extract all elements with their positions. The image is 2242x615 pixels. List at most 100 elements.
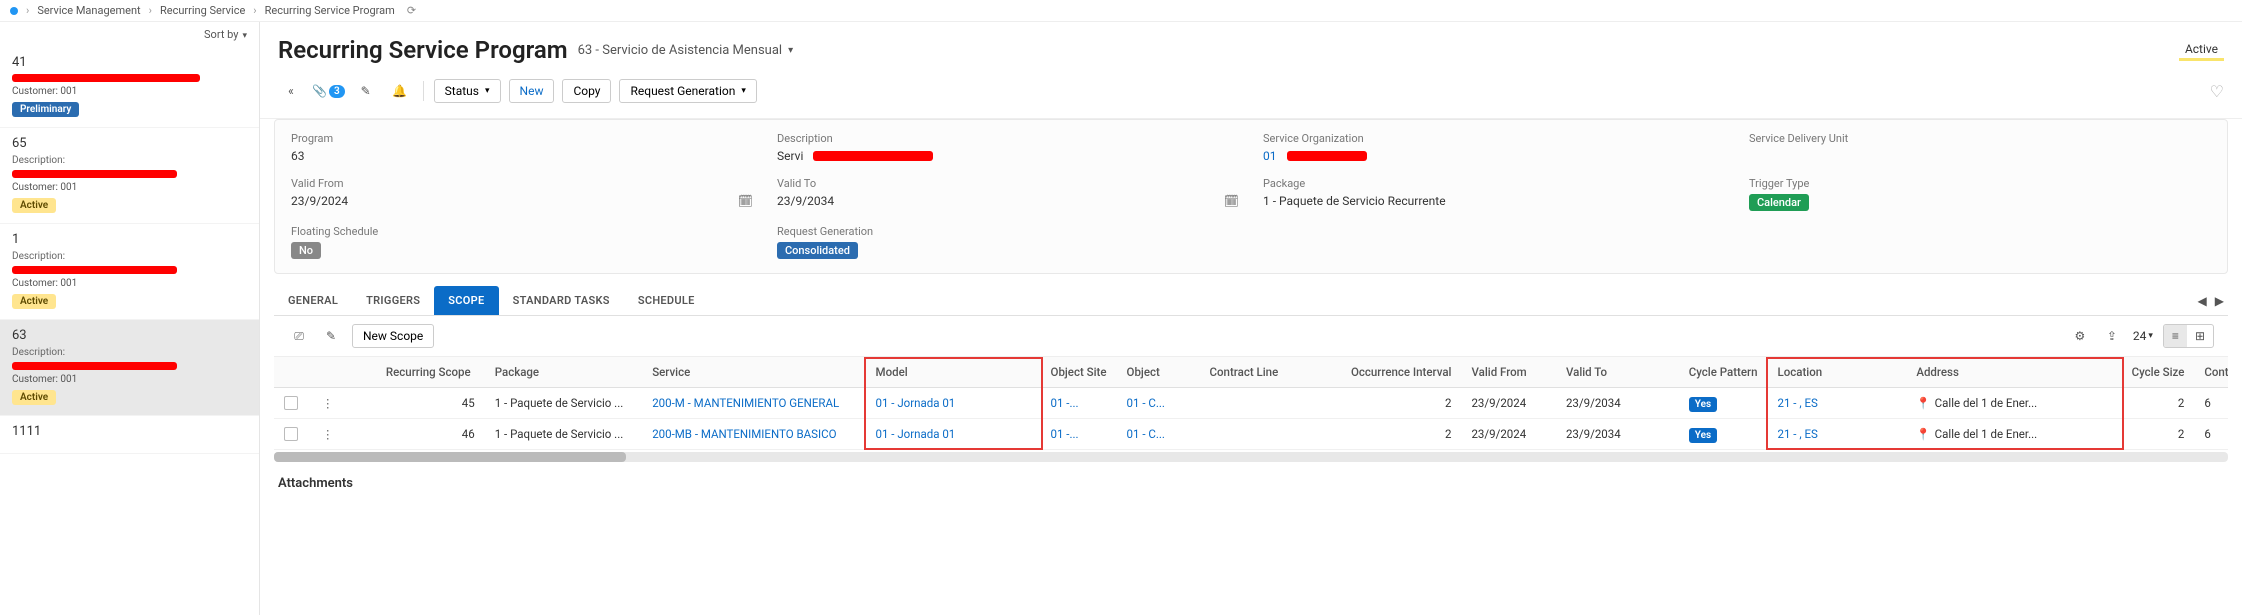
horizontal-scrollbar[interactable] bbox=[274, 452, 2228, 462]
sortby-dropdown[interactable]: Sort by bbox=[0, 22, 259, 47]
copy-button[interactable]: Copy bbox=[562, 79, 611, 103]
col-header[interactable]: Location bbox=[1768, 357, 1907, 388]
cell-pattern: Yes bbox=[1679, 419, 1768, 450]
validfrom-value: 23/9/2024 bbox=[291, 194, 348, 208]
sidebar-item[interactable]: 1111 bbox=[0, 416, 259, 454]
tab-schedule[interactable]: SCHEDULE bbox=[624, 286, 709, 315]
request-generation-dropdown[interactable]: Request Generation bbox=[619, 79, 756, 103]
calendar-icon[interactable]: 🗓 bbox=[738, 194, 753, 208]
edit-icon[interactable]: ✎ bbox=[353, 78, 379, 104]
tabs-nav: ◀ ▶ bbox=[2198, 294, 2228, 308]
attachments-button[interactable]: 📎 3 bbox=[312, 84, 345, 98]
col-header[interactable]: Address bbox=[1906, 357, 2093, 388]
sidebar-item-badge: Preliminary bbox=[12, 102, 79, 117]
tab-general[interactable]: GENERAL bbox=[274, 286, 352, 315]
page-title: Recurring Service Program bbox=[278, 36, 568, 64]
description-value: Servi bbox=[777, 149, 1239, 163]
row-checkbox[interactable] bbox=[284, 427, 298, 441]
col-header[interactable] bbox=[308, 357, 348, 388]
cell-contract-id: 6 bbox=[2194, 419, 2228, 450]
sidebar-item[interactable]: 63Description:Customer: 001Active bbox=[0, 320, 259, 416]
cell-service[interactable]: 200-M - MANTENIMIENTO GENERAL bbox=[642, 388, 865, 419]
grid-view-icon[interactable]: ⊞ bbox=[2187, 325, 2213, 347]
cell-object[interactable]: 01 - C... bbox=[1117, 388, 1200, 419]
table-row[interactable]: ⋮461 - Paquete de Servicio ...200-MB - M… bbox=[274, 419, 2228, 450]
tab-standard-tasks[interactable]: STANDARD TASKS bbox=[499, 286, 624, 315]
breadcrumb-item[interactable]: Service Management bbox=[37, 4, 140, 17]
row-checkbox[interactable] bbox=[284, 396, 298, 410]
view-toggle: ≡ ⊞ bbox=[2163, 324, 2214, 348]
validto-value: 23/9/2034 bbox=[777, 194, 834, 208]
row-menu-icon[interactable]: ⋮ bbox=[318, 396, 338, 410]
status-dropdown[interactable]: Status bbox=[434, 79, 501, 103]
cell-location[interactable]: 21 - , ES bbox=[1768, 388, 1907, 419]
edit-icon[interactable]: ✎ bbox=[320, 325, 342, 347]
export-icon[interactable]: ⇪ bbox=[2101, 325, 2123, 347]
favorite-icon[interactable]: ♡ bbox=[2210, 82, 2224, 101]
col-header[interactable]: Cycle Size bbox=[2122, 357, 2195, 388]
col-header[interactable] bbox=[274, 357, 308, 388]
cell-service[interactable]: 200-MB - MANTENIMIENTO BASICO bbox=[642, 419, 865, 450]
col-header[interactable]: Object Site bbox=[1041, 357, 1117, 388]
tab-triggers[interactable]: TRIGGERS bbox=[352, 286, 434, 315]
sidebar-item[interactable]: 41Customer: 001Preliminary bbox=[0, 47, 259, 128]
col-header[interactable]: Service bbox=[642, 357, 865, 388]
col-header[interactable]: Contract ID bbox=[2194, 357, 2228, 388]
cell-contract-id: 6 bbox=[2194, 388, 2228, 419]
cell-model[interactable]: 01 - Jornada 01 bbox=[866, 388, 1013, 419]
col-header[interactable] bbox=[1313, 357, 1341, 388]
col-header[interactable]: Recurring Scope bbox=[376, 357, 485, 388]
filter-icon[interactable]: ⎚ bbox=[288, 325, 310, 347]
description-label: Description bbox=[777, 132, 1239, 145]
row-menu-icon[interactable]: ⋮ bbox=[318, 427, 338, 441]
cell-osite[interactable]: 01 -... bbox=[1041, 419, 1117, 450]
back-icon[interactable]: « bbox=[278, 78, 304, 104]
col-header[interactable]: Package bbox=[485, 357, 642, 388]
col-header[interactable] bbox=[348, 357, 376, 388]
record-selector[interactable]: 63 - Servicio de Asistencia Mensual bbox=[578, 43, 794, 58]
calendar-icon[interactable]: 🗓 bbox=[1224, 194, 1239, 208]
cell-model[interactable]: 01 - Jornada 01 bbox=[866, 419, 1013, 450]
cell-pattern: Yes bbox=[1679, 388, 1768, 419]
cell-object[interactable]: 01 - C... bbox=[1117, 419, 1200, 450]
col-header[interactable]: Cycle Pattern bbox=[1679, 357, 1768, 388]
col-header[interactable]: Valid To bbox=[1556, 357, 1650, 388]
col-header[interactable]: Object bbox=[1117, 357, 1200, 388]
tab-prev-icon[interactable]: ◀ bbox=[2198, 294, 2207, 308]
col-header[interactable]: Valid From bbox=[1461, 357, 1555, 388]
tabs: GENERALTRIGGERSSCOPESTANDARD TASKSSCHEDU… bbox=[274, 286, 2228, 316]
cell-validfrom: 23/9/2024 bbox=[1461, 388, 1555, 419]
org-value[interactable]: 01 bbox=[1263, 149, 1725, 163]
cell-osite[interactable]: 01 -... bbox=[1041, 388, 1117, 419]
attachments-header: Attachments bbox=[278, 476, 2224, 491]
sidebar-item-customer: Customer: 001 bbox=[12, 86, 247, 97]
gear-icon[interactable]: ⚙ bbox=[2069, 325, 2091, 347]
page-size-selector[interactable]: 24 bbox=[2133, 329, 2153, 343]
breadcrumb-item[interactable]: Recurring Service Program bbox=[265, 4, 395, 17]
sidebar-item-customer: Customer: 001 bbox=[12, 182, 247, 193]
col-header[interactable] bbox=[1650, 357, 1678, 388]
col-header[interactable]: Contract Line bbox=[1200, 357, 1313, 388]
sidebar-item-badge: Active bbox=[12, 294, 56, 309]
reqgen-chip: Consolidated bbox=[777, 242, 858, 259]
tab-scope[interactable]: SCOPE bbox=[434, 286, 498, 315]
col-header[interactable]: Occurrence Interval bbox=[1341, 357, 1462, 388]
sidebar-item[interactable]: 65Description:Customer: 001Active bbox=[0, 128, 259, 224]
new-button[interactable]: New bbox=[509, 79, 555, 103]
tab-next-icon[interactable]: ▶ bbox=[2215, 294, 2224, 308]
new-scope-button[interactable]: New Scope bbox=[352, 324, 434, 348]
validto-label: Valid To bbox=[777, 177, 1239, 190]
sidebar-item-badge: Active bbox=[12, 198, 56, 213]
col-header[interactable] bbox=[2093, 357, 2121, 388]
col-header[interactable]: Model bbox=[866, 357, 1013, 388]
program-value: 63 bbox=[291, 149, 753, 163]
sdu-label: Service Delivery Unit bbox=[1749, 132, 2211, 145]
refresh-icon[interactable]: ⟳ bbox=[407, 4, 416, 17]
cell-location[interactable]: 21 - , ES bbox=[1768, 419, 1907, 450]
breadcrumb-item[interactable]: Recurring Service bbox=[160, 4, 245, 17]
bell-icon[interactable]: 🔔 bbox=[387, 78, 413, 104]
list-view-icon[interactable]: ≡ bbox=[2164, 325, 2187, 347]
col-header[interactable] bbox=[1012, 357, 1040, 388]
sidebar-item[interactable]: 1Description:Customer: 001Active bbox=[0, 224, 259, 320]
table-row[interactable]: ⋮451 - Paquete de Servicio ...200-M - MA… bbox=[274, 388, 2228, 419]
